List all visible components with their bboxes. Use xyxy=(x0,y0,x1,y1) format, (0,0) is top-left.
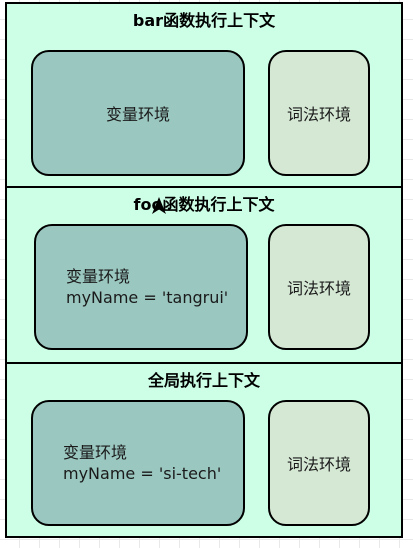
bar-variable-environment: 变量环境 xyxy=(31,50,245,176)
bar-context-title: bar函数执行上下文 xyxy=(132,11,276,30)
mouse-cursor-icon xyxy=(152,197,166,214)
foo-variable-binding: myName = 'tangrui' xyxy=(66,288,229,307)
foo-lexical-environment: 词法环境 xyxy=(268,224,370,350)
foo-context-title: foo函数执行上下文 xyxy=(133,195,275,214)
bar-lexical-environment: 词法环境 xyxy=(268,50,370,176)
foo-variable-environment-label: 变量环境 xyxy=(66,267,131,286)
bar-lexical-environment-label: 词法环境 xyxy=(286,105,351,124)
global-execution-context: 全局执行上下文 变量环境 myName = 'si-tech' 词法环境 xyxy=(5,362,403,538)
foo-lexical-environment-label: 词法环境 xyxy=(286,279,351,298)
global-variable-environment-label: 变量环境 xyxy=(63,443,128,462)
global-lexical-environment-label: 词法环境 xyxy=(286,455,351,474)
global-variable-binding: myName = 'si-tech' xyxy=(63,464,222,483)
bar-variable-environment-label: 变量环境 xyxy=(105,105,170,124)
bar-execution-context: bar函数执行上下文 变量环境 词法环境 xyxy=(5,2,403,188)
global-context-title: 全局执行上下文 xyxy=(147,371,260,390)
global-variable-environment: 变量环境 myName = 'si-tech' xyxy=(31,400,245,526)
foo-variable-environment: 变量环境 myName = 'tangrui' xyxy=(34,224,248,350)
foo-execution-context: foo函数执行上下文 变量环境 myName = 'tangrui' 词法环境 xyxy=(5,186,403,364)
global-lexical-environment: 词法环境 xyxy=(268,400,370,526)
